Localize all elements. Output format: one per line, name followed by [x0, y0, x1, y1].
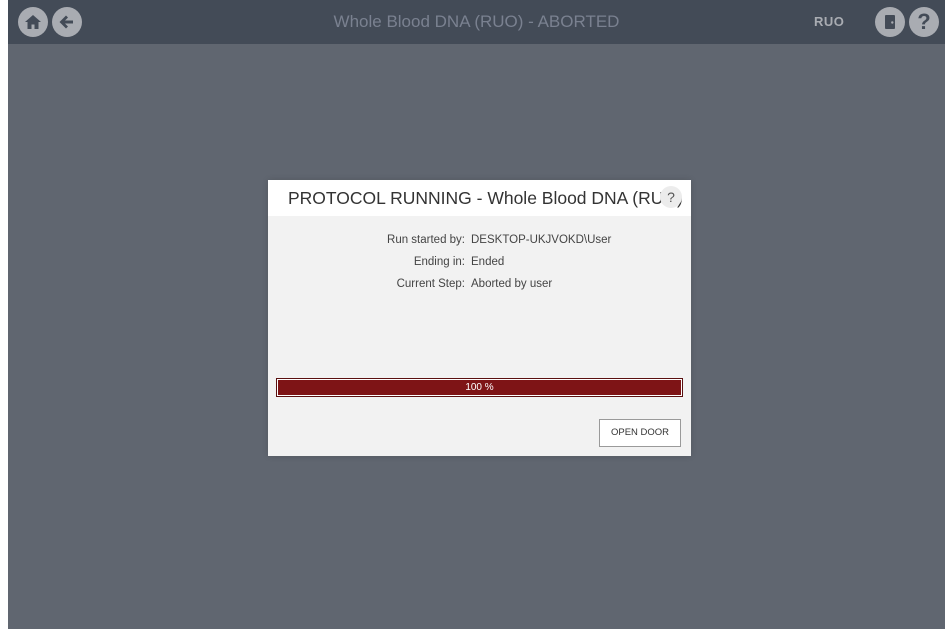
- door-icon[interactable]: [875, 7, 905, 37]
- run-started-value: DESKTOP-UKJVOKD\User: [471, 234, 612, 246]
- run-started-label: Run started by:: [387, 234, 465, 246]
- ending-in-value: Ended: [471, 256, 505, 268]
- open-door-button[interactable]: OPEN DOOR: [599, 419, 681, 447]
- app-screen: Whole Blood DNA (RUO) - ABORTED RUO ? PR…: [8, 0, 945, 629]
- info-row-current-step: Current Step: Aborted by user: [368, 276, 611, 298]
- info-row-ending-in: Ending in: Ended: [368, 254, 611, 276]
- progress-bar: 100 %: [276, 378, 683, 397]
- dialog-title: PROTOCOL RUNNING - Whole Blood DNA (RUO): [288, 188, 683, 208]
- ruo-badge: RUO: [814, 14, 845, 29]
- help-icon[interactable]: ?: [909, 7, 939, 37]
- protocol-running-dialog: PROTOCOL RUNNING - Whole Blood DNA (RUO)…: [268, 180, 691, 456]
- help-glyph: ?: [917, 9, 931, 34]
- current-step-label: Current Step:: [396, 278, 465, 290]
- progress-label: 100 %: [465, 382, 494, 393]
- dialog-help-icon[interactable]: ?: [660, 186, 682, 208]
- ending-in-label: Ending in:: [413, 256, 465, 268]
- home-icon[interactable]: [18, 7, 48, 37]
- app-title: Whole Blood DNA (RUO) - ABORTED: [333, 12, 620, 31]
- current-step-value: Aborted by user: [471, 278, 553, 290]
- dialog-header: PROTOCOL RUNNING - Whole Blood DNA (RUO)…: [268, 180, 691, 216]
- run-info: Run started by: DESKTOP-UKJVOKD\User End…: [368, 232, 611, 298]
- info-row-run-started: Run started by: DESKTOP-UKJVOKD\User: [368, 232, 611, 254]
- top-bar: Whole Blood DNA (RUO) - ABORTED RUO ?: [8, 0, 945, 44]
- back-arrow-icon[interactable]: [52, 7, 82, 37]
